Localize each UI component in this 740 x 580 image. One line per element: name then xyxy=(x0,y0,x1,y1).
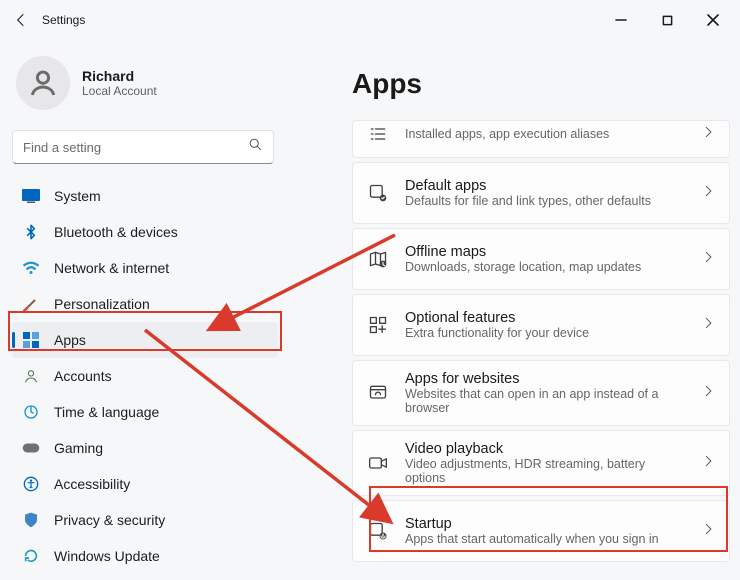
nav-accounts[interactable]: Accounts xyxy=(12,358,278,394)
nav-system[interactable]: System xyxy=(12,178,278,214)
bluetooth-icon xyxy=(22,223,40,241)
close-icon xyxy=(707,14,719,26)
gaming-icon xyxy=(22,439,40,457)
card-title: Video playback xyxy=(405,441,685,457)
card-sub: Defaults for file and link types, other … xyxy=(405,194,685,208)
profile-sub: Local Account xyxy=(82,84,157,98)
card-sub: Websites that can open in an app instead… xyxy=(405,387,685,415)
person-icon xyxy=(27,67,59,99)
card-sub: Downloads, storage location, map updates xyxy=(405,260,685,274)
window-title: Settings xyxy=(42,13,85,27)
nav-label: Network & internet xyxy=(54,260,169,276)
card-title: Optional features xyxy=(405,310,685,326)
nav-list: System Bluetooth & devices Network & int… xyxy=(12,178,278,574)
nav-accessibility[interactable]: Accessibility xyxy=(12,466,278,502)
chevron-right-icon xyxy=(701,250,715,269)
page-heading: Apps xyxy=(352,68,734,100)
card-sub: Video adjustments, HDR streaming, batter… xyxy=(405,457,685,485)
nav-update[interactable]: Windows Update xyxy=(12,538,278,574)
card-title: Default apps xyxy=(405,178,685,194)
nav-label: Apps xyxy=(54,332,86,348)
card-installed-apps[interactable]: Installed apps, app execution aliases xyxy=(352,120,730,158)
map-icon xyxy=(367,248,389,270)
nav-label: Personalization xyxy=(54,296,150,312)
nav-label: Privacy & security xyxy=(54,512,165,528)
search-input[interactable] xyxy=(23,140,248,155)
avatar xyxy=(16,56,70,110)
system-icon xyxy=(22,187,40,205)
nav-label: Gaming xyxy=(54,440,103,456)
card-apps-for-websites[interactable]: Apps for websites Websites that can open… xyxy=(352,360,730,426)
profile-block[interactable]: Richard Local Account xyxy=(12,48,278,130)
startup-icon xyxy=(367,520,389,542)
nav-label: Accessibility xyxy=(54,476,130,492)
chevron-right-icon xyxy=(701,316,715,335)
card-title: Apps for websites xyxy=(405,371,685,387)
card-title: Startup xyxy=(405,516,685,532)
close-button[interactable] xyxy=(690,4,736,36)
chevron-right-icon xyxy=(701,184,715,203)
cards-list: Installed apps, app execution aliases De… xyxy=(352,120,734,562)
nav-label: Time & language xyxy=(54,404,159,420)
brush-icon xyxy=(22,295,40,313)
nav-label: Accounts xyxy=(54,368,112,384)
card-sub: Installed apps, app execution aliases xyxy=(405,127,685,141)
nav-bluetooth[interactable]: Bluetooth & devices xyxy=(12,214,278,250)
sidebar: Richard Local Account System Bluetooth &… xyxy=(0,40,290,580)
chevron-right-icon xyxy=(701,454,715,473)
link-window-icon xyxy=(367,382,389,404)
nav-label: Bluetooth & devices xyxy=(54,224,178,240)
minimize-button[interactable] xyxy=(598,4,644,36)
features-icon xyxy=(367,314,389,336)
minimize-icon xyxy=(615,14,627,26)
card-sub: Apps that start automatically when you s… xyxy=(405,532,685,546)
apps-icon xyxy=(22,331,40,349)
nav-time[interactable]: Time & language xyxy=(12,394,278,430)
chevron-right-icon xyxy=(701,522,715,541)
shield-icon xyxy=(22,511,40,529)
clock-globe-icon xyxy=(22,403,40,421)
nav-privacy[interactable]: Privacy & security xyxy=(12,502,278,538)
back-button[interactable] xyxy=(4,3,38,37)
nav-personalization[interactable]: Personalization xyxy=(12,286,278,322)
accounts-icon xyxy=(22,367,40,385)
card-optional-features[interactable]: Optional features Extra functionality fo… xyxy=(352,294,730,356)
update-icon xyxy=(22,547,40,565)
card-title: Offline maps xyxy=(405,244,685,260)
nav-apps[interactable]: Apps xyxy=(12,322,278,358)
profile-name: Richard xyxy=(82,68,157,84)
card-offline-maps[interactable]: Offline maps Downloads, storage location… xyxy=(352,228,730,290)
accessibility-icon xyxy=(22,475,40,493)
card-startup[interactable]: Startup Apps that start automatically wh… xyxy=(352,500,730,562)
maximize-button[interactable] xyxy=(644,4,690,36)
video-icon xyxy=(367,452,389,474)
search-icon xyxy=(248,137,263,157)
nav-label: System xyxy=(54,188,101,204)
card-sub: Extra functionality for your device xyxy=(405,326,685,340)
main-panel: Apps Installed apps, app execution alias… xyxy=(290,40,740,580)
search-box[interactable] xyxy=(12,130,274,164)
nav-network[interactable]: Network & internet xyxy=(12,250,278,286)
default-apps-icon xyxy=(367,182,389,204)
nav-label: Windows Update xyxy=(54,548,160,564)
titlebar: Settings xyxy=(0,0,740,40)
list-icon xyxy=(367,123,389,145)
wifi-icon xyxy=(22,259,40,277)
chevron-right-icon xyxy=(701,384,715,403)
card-default-apps[interactable]: Default apps Defaults for file and link … xyxy=(352,162,730,224)
arrow-left-icon xyxy=(13,12,29,28)
chevron-right-icon xyxy=(701,125,715,144)
maximize-icon xyxy=(662,15,673,26)
nav-gaming[interactable]: Gaming xyxy=(12,430,278,466)
card-video-playback[interactable]: Video playback Video adjustments, HDR st… xyxy=(352,430,730,496)
